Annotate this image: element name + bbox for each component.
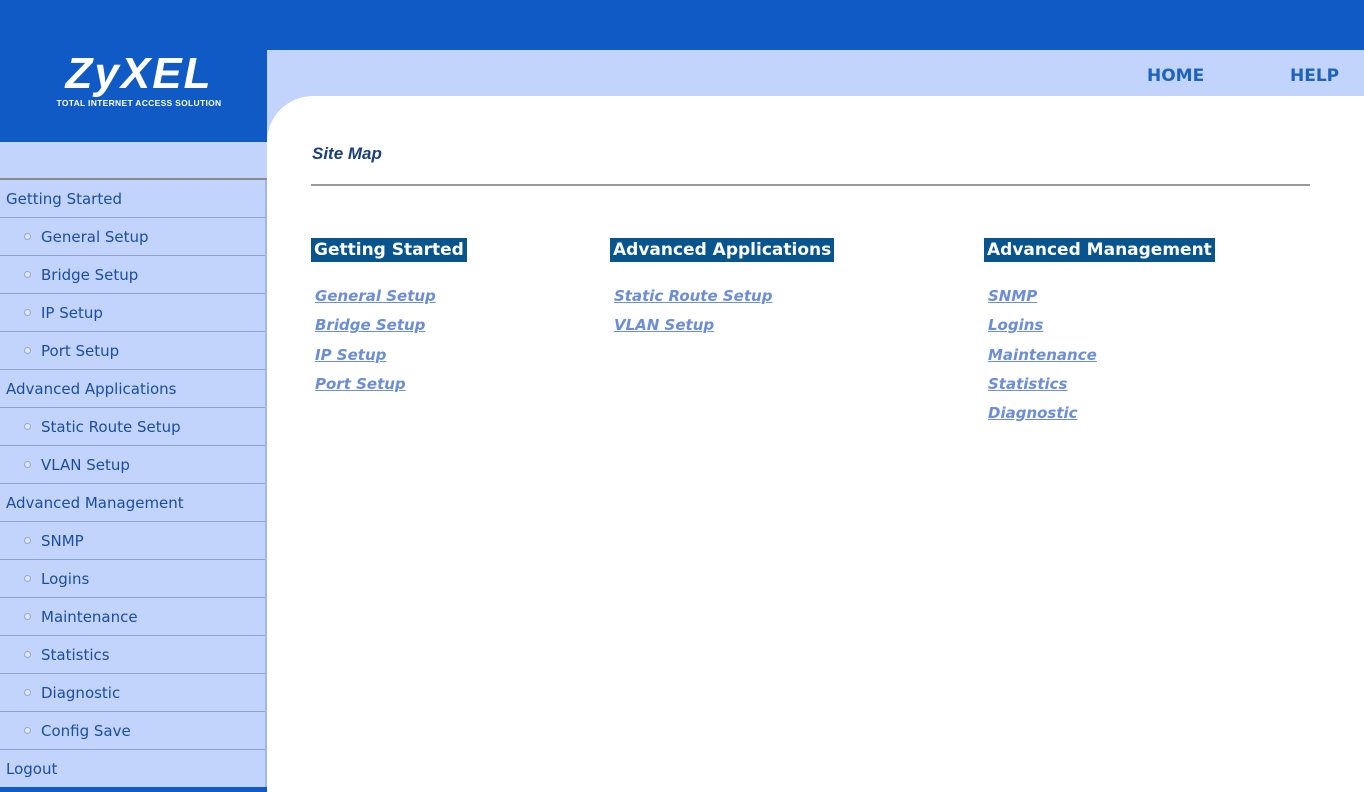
sidebar-item-label: Logout	[6, 760, 58, 778]
sitemap-link-vlan-setup[interactable]: VLAN Setup	[614, 316, 772, 345]
bullet-icon	[24, 613, 31, 620]
getting-started-links: General Setup Bridge Setup IP Setup Port Se…	[315, 287, 436, 404]
sidebar-item-bridge-setup[interactable]: Bridge Setup	[0, 256, 265, 294]
sitemap-link-snmp[interactable]: SNMP	[988, 287, 1097, 316]
sidebar-item-logout[interactable]: Logout	[0, 750, 265, 788]
sidebar-item-getting-started[interactable]: Getting Started	[0, 180, 265, 218]
sidebar-item-label: Port Setup	[41, 342, 120, 360]
sidebar-item-label: Getting Started	[6, 190, 122, 208]
sidebar-item-label: Static Route Setup	[41, 418, 181, 436]
sidebar-item-label: IP Setup	[41, 304, 103, 322]
sidebar-item-label: General Setup	[41, 228, 149, 246]
sitemap-link-general-setup[interactable]: General Setup	[315, 287, 436, 316]
sidebar-item-label: Statistics	[41, 646, 110, 664]
sitemap-link-maintenance[interactable]: Maintenance	[988, 346, 1097, 375]
bullet-icon	[24, 271, 31, 278]
logo-panel: ZyXEL TOTAL INTERNET ACCESS SOLUTION	[0, 0, 267, 142]
sidebar-item-snmp[interactable]: SNMP	[0, 522, 265, 560]
getting-started-heading: Getting Started	[311, 238, 467, 262]
advanced-management-links: SNMP Logins Maintenance Statistics Diagnosti…	[988, 287, 1097, 433]
sidebar-item-statistics[interactable]: Statistics	[0, 636, 265, 674]
bullet-icon	[24, 423, 31, 430]
sitemap-link-diagnostic[interactable]: Diagnostic	[988, 404, 1097, 433]
sidebar-menu: Getting Started General Setup Bridge Setup…	[0, 180, 267, 792]
sidebar-item-advanced-management[interactable]: Advanced Management	[0, 484, 265, 522]
sidebar-item-general-setup[interactable]: General Setup	[0, 218, 265, 256]
sitemap-link-statistics[interactable]: Statistics	[988, 375, 1097, 404]
sidebar-item-label: Bridge Setup	[41, 266, 139, 284]
bullet-icon	[24, 689, 31, 696]
sidebar-item-diagnostic[interactable]: Diagnostic	[0, 674, 265, 712]
sidebar-header	[0, 142, 267, 180]
bullet-icon	[24, 347, 31, 354]
sidebar-item-config-save[interactable]: Config Save	[0, 712, 265, 750]
bullet-icon	[24, 233, 31, 240]
sitemap-link-logins[interactable]: Logins	[988, 316, 1097, 345]
sidebar-item-label: Diagnostic	[41, 684, 121, 702]
sitemap-link-bridge-setup[interactable]: Bridge Setup	[315, 316, 436, 345]
sidebar-item-label: Config Save	[41, 722, 131, 740]
sidebar-item-label: Advanced Management	[6, 494, 184, 512]
page-title: Site Map	[312, 144, 382, 163]
sidebar-item-static-route-setup[interactable]: Static Route Setup	[0, 408, 265, 446]
bullet-icon	[24, 651, 31, 658]
bullet-icon	[24, 309, 31, 316]
logo-wordmark: ZyXEL	[65, 49, 213, 98]
sidebar-item-label: SNMP	[41, 532, 84, 550]
help-link[interactable]: HELP	[1290, 66, 1339, 86]
advanced-management-heading: Advanced Management	[984, 238, 1215, 262]
title-divider	[311, 184, 1310, 186]
sidebar-footer-bar	[0, 787, 267, 792]
sidebar-item-ip-setup[interactable]: IP Setup	[0, 294, 265, 332]
sidebar-item-label: Advanced Applications	[6, 380, 177, 398]
advanced-applications-links: Static Route Setup VLAN Setup	[614, 287, 772, 346]
sidebar-item-label: Maintenance	[41, 608, 138, 626]
bullet-icon	[24, 461, 31, 468]
sitemap-link-ip-setup[interactable]: IP Setup	[315, 346, 436, 375]
logo-tagline: TOTAL INTERNET ACCESS SOLUTION	[56, 98, 222, 108]
bullet-icon	[24, 575, 31, 582]
sidebar-item-advanced-applications[interactable]: Advanced Applications	[0, 370, 265, 408]
sitemap-link-static-route-setup[interactable]: Static Route Setup	[614, 287, 772, 316]
sidebar-item-logins[interactable]: Logins	[0, 560, 265, 598]
advanced-applications-heading: Advanced Applications	[610, 238, 835, 262]
sidebar-item-port-setup[interactable]: Port Setup	[0, 332, 265, 370]
sidebar-item-label: Logins	[41, 570, 90, 588]
sidebar-item-vlan-setup[interactable]: VLAN Setup	[0, 446, 265, 484]
bullet-icon	[24, 727, 31, 734]
home-link[interactable]: HOME	[1147, 66, 1204, 86]
sitemap-link-port-setup[interactable]: Port Setup	[315, 375, 436, 404]
content-panel	[267, 96, 1364, 792]
sidebar-item-maintenance[interactable]: Maintenance	[0, 598, 265, 636]
bullet-icon	[24, 537, 31, 544]
zyxel-logo: ZyXEL TOTAL INTERNET ACCESS SOLUTION	[34, 49, 244, 109]
sidebar-item-label: VLAN Setup	[41, 456, 130, 474]
